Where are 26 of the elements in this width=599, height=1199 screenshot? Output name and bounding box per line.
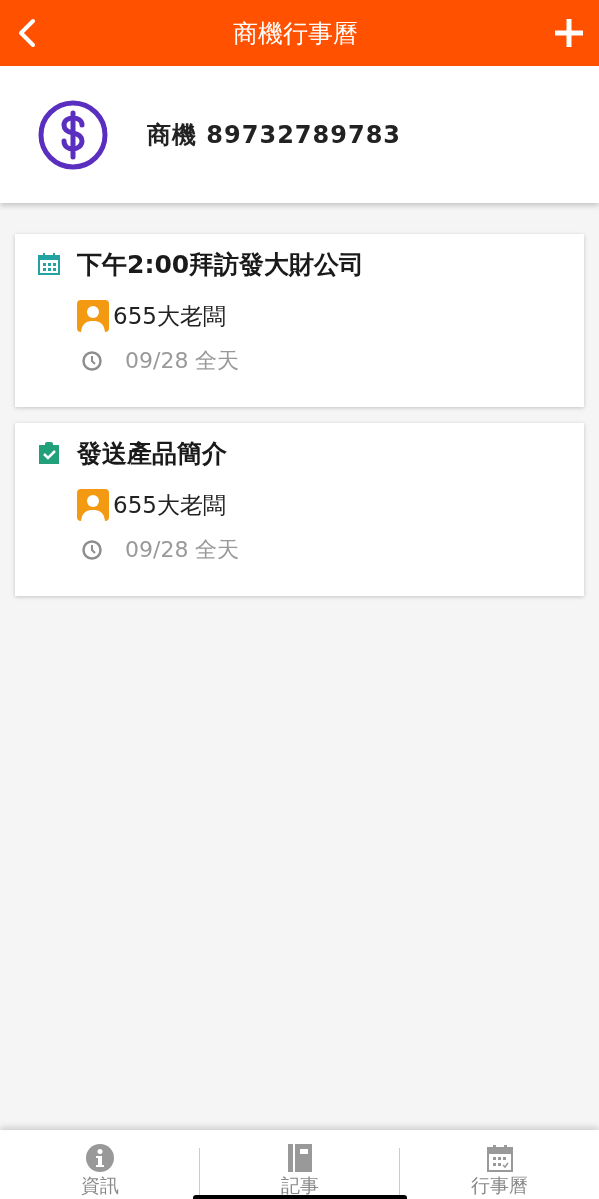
entry-time: 09/28 全天 bbox=[125, 347, 240, 375]
calendar-card[interactable]: 下午2:00拜訪發大財公司 655大老闆 09/28 全天 bbox=[15, 234, 584, 407]
back-button[interactable] bbox=[16, 18, 38, 48]
contact-name: 655大老闆 bbox=[113, 301, 226, 331]
calendar-card[interactable]: 發送產品簡介 655大老闆 09/28 全天 bbox=[15, 423, 584, 596]
opportunity-name: 商機 89732789783 bbox=[147, 119, 402, 151]
tab-button[interactable]: 資訊 bbox=[0, 1130, 199, 1199]
clock-icon bbox=[81, 350, 103, 372]
contact-name: 655大老闆 bbox=[113, 490, 226, 520]
entry-time: 09/28 全天 bbox=[125, 536, 240, 564]
task-check-icon bbox=[37, 441, 61, 465]
add-button[interactable] bbox=[553, 17, 585, 49]
notebook-icon bbox=[286, 1144, 313, 1172]
dollar-icon bbox=[37, 98, 109, 171]
back-icon bbox=[16, 18, 38, 48]
avatar-icon bbox=[77, 489, 109, 521]
tab-button[interactable]: 行事曆 bbox=[399, 1148, 599, 1199]
entry-title: 發送產品簡介 bbox=[77, 437, 227, 470]
avatar-icon bbox=[77, 300, 109, 332]
entry-title: 下午2:00拜訪發大財公司 bbox=[77, 248, 365, 281]
calendar-icon bbox=[485, 1144, 514, 1172]
page-title: 商機行事曆 bbox=[233, 17, 358, 50]
info-icon bbox=[85, 1144, 114, 1172]
calendar-icon bbox=[37, 252, 61, 276]
add-icon bbox=[553, 17, 585, 49]
clock-icon bbox=[81, 539, 103, 561]
